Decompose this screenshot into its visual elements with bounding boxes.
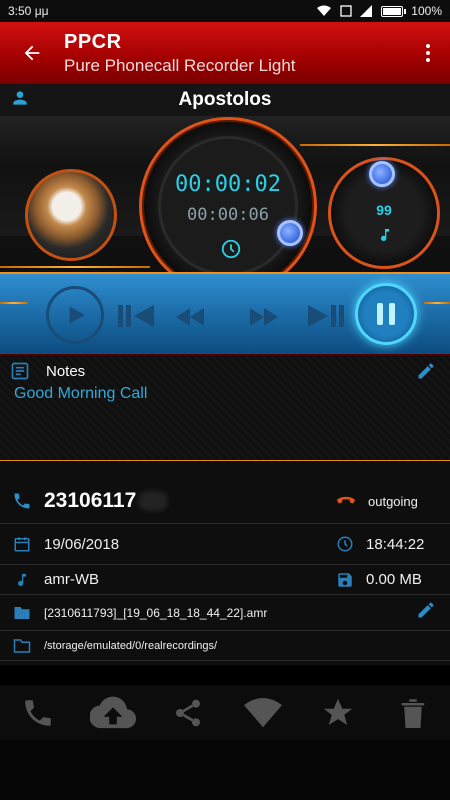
phone-icon (24, 699, 51, 726)
folder-icon (14, 606, 30, 619)
nav-spacer (0, 740, 450, 800)
clock-icon (221, 239, 241, 259)
redacted-digits (138, 491, 169, 511)
notes-text: Good Morning Call (14, 385, 148, 402)
phone-number: 23106117 (44, 489, 137, 512)
play-icon (69, 306, 85, 324)
file-name: [2310611793]_[19_06_18_18_44_22].amr (44, 605, 268, 620)
delete-button[interactable] (383, 688, 443, 738)
elapsed-time: 00:00:02 (175, 172, 281, 197)
file-size: 0.00 MB (366, 571, 422, 588)
trash-icon (401, 698, 424, 728)
player-panel: Apostolos 00:00:02 00:00:06 99 (0, 84, 450, 354)
calendar-icon (14, 537, 30, 552)
battery-percent: 100% (411, 4, 442, 18)
decor-line (0, 266, 150, 268)
clock-icon (337, 536, 353, 552)
overflow-menu-button[interactable] (406, 22, 450, 84)
notes-label: Notes (46, 362, 86, 380)
music-note-icon (18, 573, 26, 586)
phone-row: 23106117 outgoing (0, 479, 450, 523)
status-time: 3:50 μμ (8, 4, 49, 18)
recording-date: 19/06/2018 (44, 535, 120, 553)
audio-codec: amr-WB (44, 571, 99, 588)
wifi-button[interactable] (233, 688, 293, 738)
fast-rewind-icon (176, 308, 204, 326)
music-note-icon (381, 229, 389, 242)
fast-forward-icon (250, 308, 278, 326)
notes-icon (11, 362, 29, 380)
previous-button[interactable] (114, 298, 158, 334)
favorite-button[interactable] (308, 688, 368, 738)
fast-forward-button[interactable] (246, 302, 282, 332)
contact-name: Apostolos (178, 89, 272, 110)
call-button[interactable] (8, 688, 68, 738)
share-button[interactable] (158, 688, 218, 738)
call-end-icon (336, 496, 356, 504)
contact-row: Apostolos (0, 84, 450, 116)
next-button[interactable] (304, 298, 348, 334)
app-title: PPCR (64, 30, 122, 53)
pencil-icon (418, 602, 434, 618)
battery-icon (381, 5, 407, 17)
skip-previous-icon (118, 305, 154, 327)
file-path: /storage/emulated/0/realrecordings/ (44, 639, 218, 652)
app-subtitle: Pure Phonecall Recorder Light (64, 55, 296, 75)
cloud-upload-icon (89, 696, 136, 728)
sim-status-icon (340, 5, 352, 17)
edit-notes-button[interactable] (416, 361, 436, 386)
volume-value: 99 (376, 202, 392, 218)
path-row: /storage/emulated/0/realrecordings/ (0, 631, 450, 661)
seek-knob[interactable] (277, 220, 303, 246)
wifi-icon (243, 697, 282, 727)
timer-dial[interactable]: 00:00:02 00:00:06 (139, 117, 317, 295)
share-icon (175, 699, 200, 726)
pause-icon (377, 303, 395, 325)
notes-panel[interactable]: Notes Good Morning Call (0, 354, 450, 460)
star-icon (323, 698, 352, 725)
recording-time: 18:44:22 (366, 535, 425, 553)
playback-controls (0, 272, 450, 354)
phone-icon (14, 493, 30, 509)
more-vert-icon (426, 44, 430, 48)
folder-outline-icon (13, 638, 31, 653)
bottom-toolbar (0, 685, 450, 740)
save-icon (338, 572, 352, 587)
play-button[interactable] (46, 286, 104, 344)
back-button[interactable] (0, 22, 64, 84)
call-direction: outgoing (368, 493, 418, 509)
rewind-button[interactable] (172, 302, 208, 332)
edit-filename-button[interactable] (416, 600, 436, 625)
recording-details: 23106117 outgoing 19/06/2018 18:44:22 am… (0, 460, 450, 665)
status-bar: 3:50 μμ 100% (0, 0, 450, 22)
pause-button[interactable] (355, 283, 417, 345)
upload-button[interactable] (83, 688, 143, 738)
volume-knob[interactable] (369, 161, 395, 187)
skip-next-icon (308, 305, 344, 327)
date-row: 19/06/2018 18:44:22 (0, 523, 450, 565)
filename-row[interactable]: [2310611793]_[19_06_18_18_44_22].amr (0, 595, 450, 631)
pencil-icon (418, 363, 434, 379)
decor-line (300, 144, 450, 146)
person-icon (13, 91, 27, 105)
app-bar: PPCR Pure Phonecall Recorder Light (0, 22, 450, 84)
wifi-status-icon (317, 5, 332, 16)
arrow-back-icon (24, 45, 40, 61)
contact-avatar[interactable] (25, 169, 117, 261)
signal-status-icon (360, 5, 373, 17)
codec-row: amr-WB 0.00 MB (0, 565, 450, 595)
